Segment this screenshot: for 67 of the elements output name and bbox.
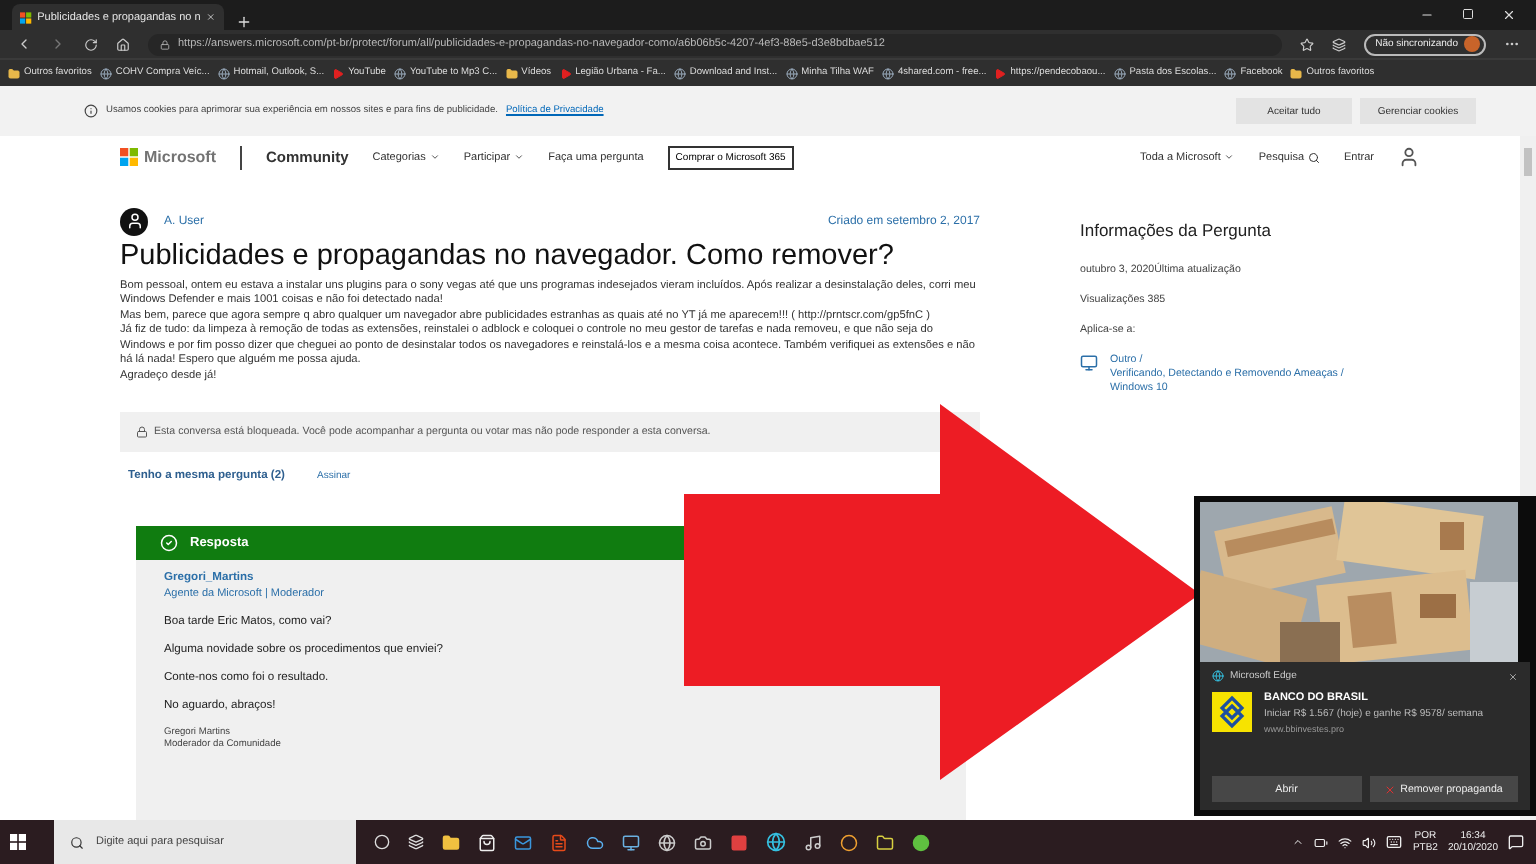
globe-icon: [99, 67, 112, 79]
forward-icon[interactable]: [50, 36, 66, 52]
camera-icon[interactable]: [694, 833, 712, 851]
folder-icon: [1290, 67, 1303, 79]
globe-icon: [217, 67, 230, 79]
globe-icon: [785, 67, 798, 79]
circle-icon[interactable]: [912, 833, 930, 851]
folder-icon: [8, 67, 20, 79]
plus-icon[interactable]: [236, 14, 252, 30]
volume-icon[interactable]: [1362, 835, 1377, 849]
play-icon: [994, 67, 1007, 79]
cloud-icon[interactable]: [586, 833, 604, 851]
bag-icon[interactable]: [478, 833, 496, 851]
folder-icon[interactable]: [442, 833, 460, 851]
user-icon[interactable]: [1398, 146, 1420, 169]
circle-icon[interactable]: [374, 834, 390, 850]
folder-icon: [505, 67, 518, 79]
question-title: Publicidades e propagandas no navegador. Como remover?: [120, 239, 896, 271]
close-icon: [1384, 783, 1397, 795]
back-icon[interactable]: [16, 36, 32, 52]
windows-logo-icon: [20, 11, 32, 23]
collections-icon[interactable]: [1331, 37, 1346, 51]
maximize-icon[interactable]: [1462, 8, 1474, 20]
globe-icon: [881, 67, 894, 79]
search-icon: [1308, 151, 1321, 164]
keyboard-icon[interactable]: [1386, 834, 1403, 850]
bank-logo-icon: [1212, 692, 1252, 732]
play-icon: [559, 67, 572, 79]
info-icon: [84, 104, 98, 118]
wifi-icon[interactable]: [1338, 835, 1353, 849]
star-icon[interactable]: [1299, 37, 1314, 51]
monitor-icon: [1080, 353, 1098, 371]
chevron-up-icon[interactable]: [1292, 836, 1305, 848]
task-view-icon[interactable]: [408, 834, 424, 850]
chevron-down-icon: [514, 152, 525, 163]
folder-icon[interactable]: [876, 833, 894, 851]
minimize-icon[interactable]: [1420, 8, 1434, 22]
windows-logo-icon: [120, 148, 138, 167]
globe-icon: [393, 67, 406, 79]
home-icon[interactable]: [116, 37, 130, 51]
lock-icon: [160, 39, 170, 49]
refresh-icon[interactable]: [84, 37, 98, 51]
globe-icon: [1113, 67, 1126, 79]
circle-icon[interactable]: [840, 833, 858, 851]
brand-name: Microsoft: [144, 148, 216, 167]
check-icon: [160, 534, 178, 552]
avatar-icon: [120, 207, 148, 235]
document-icon[interactable]: [550, 833, 568, 851]
sidebar-title: Informações da Pergunta: [1080, 219, 1273, 239]
globe-icon[interactable]: [658, 833, 676, 851]
globe-icon: [1224, 67, 1237, 79]
monitor-icon[interactable]: [622, 833, 640, 851]
battery-icon[interactable]: [1314, 835, 1329, 849]
windows-icon[interactable]: [10, 834, 26, 850]
close-icon[interactable]: [1502, 8, 1516, 22]
globe-icon[interactable]: [766, 832, 786, 852]
chevron-down-icon: [429, 152, 440, 163]
globe-icon: [1212, 670, 1224, 682]
play-icon: [332, 67, 345, 79]
globe-icon: [673, 67, 686, 79]
chevron-down-icon: [1224, 152, 1235, 163]
app-icon[interactable]: [730, 833, 748, 851]
mail-icon[interactable]: [514, 833, 532, 851]
music-icon[interactable]: [804, 833, 822, 851]
search-icon: [70, 835, 84, 849]
notifications-icon[interactable]: [1508, 834, 1524, 850]
lock-icon: [136, 426, 148, 438]
